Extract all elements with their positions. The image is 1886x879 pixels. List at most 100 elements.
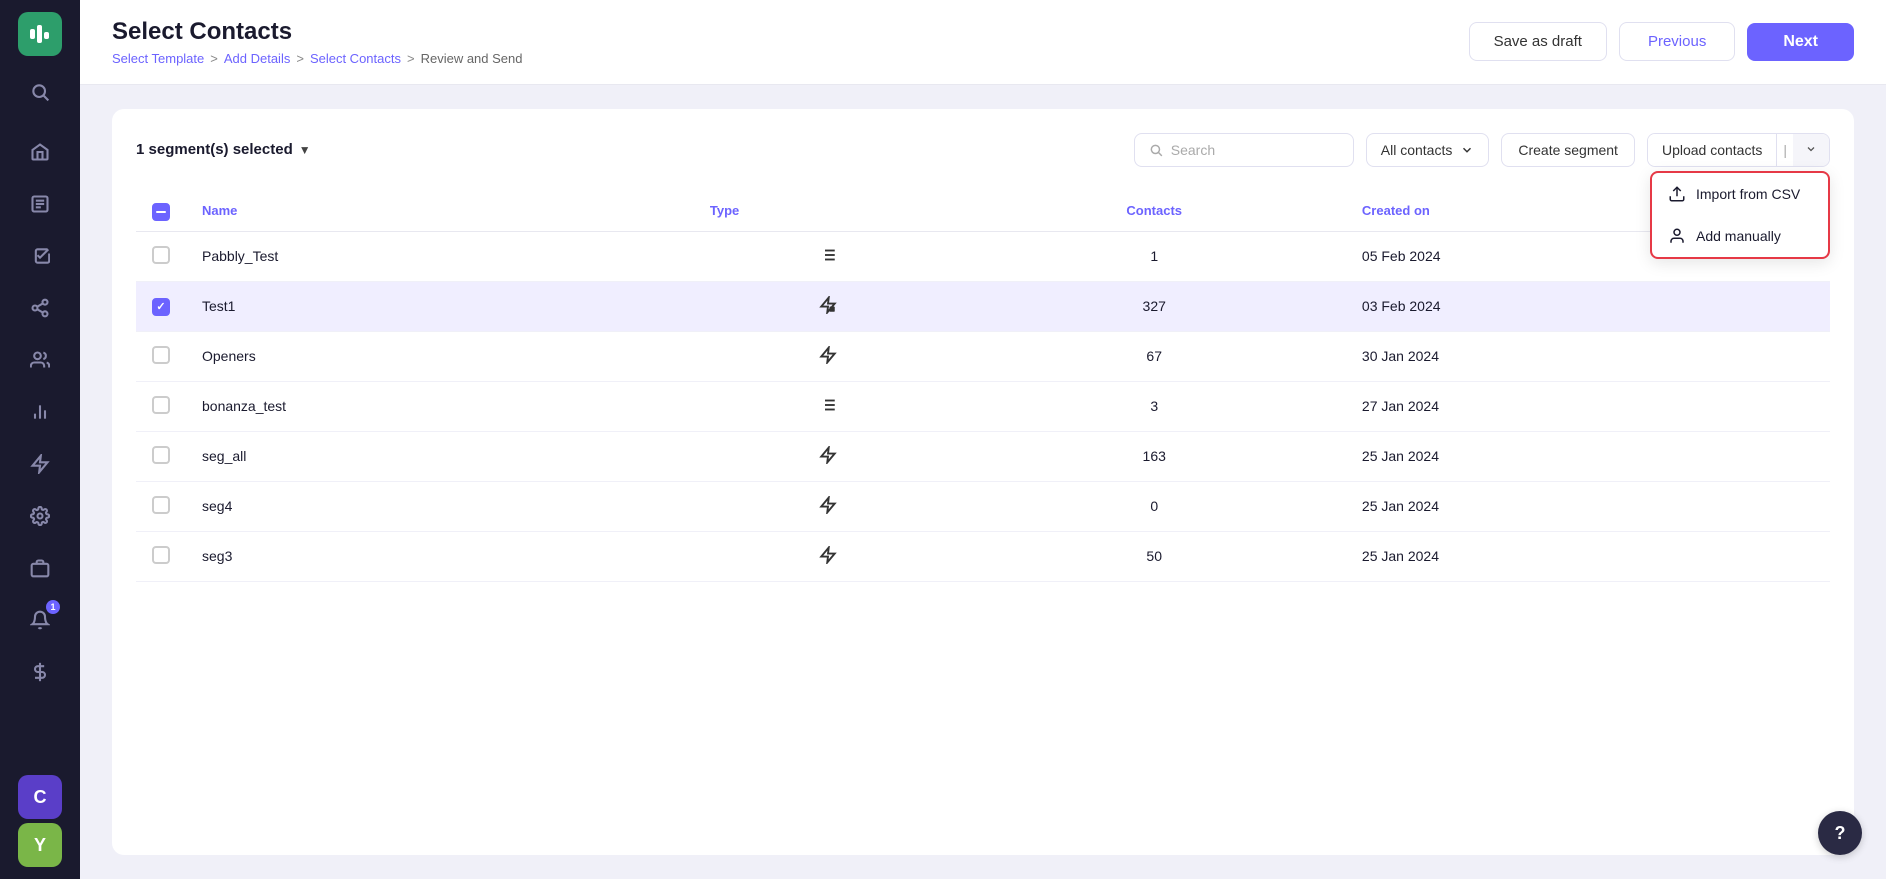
sidebar-item-store[interactable] [16,544,64,592]
add-manually-item[interactable]: Add manually [1652,215,1828,257]
breadcrumb-sep-3: > [407,51,415,66]
sidebar-item-search[interactable] [16,68,64,116]
row-checkbox[interactable] [152,546,170,564]
row-checkbox[interactable] [152,346,170,364]
upload-contacts-caret-icon[interactable] [1793,134,1829,166]
previous-button[interactable]: Previous [1619,22,1735,61]
sidebar-item-notifications[interactable]: 1 [16,596,64,644]
breadcrumb: Select Template > Add Details > Select C… [112,51,522,66]
upload-contacts-main-label[interactable]: Upload contacts [1648,134,1777,166]
logo[interactable] [18,12,62,56]
row-type [694,481,963,531]
row-contacts: 50 [963,531,1346,581]
white-panel: 1 segment(s) selected ▼ All contacts [112,109,1854,855]
row-type [694,431,963,481]
table-row[interactable]: Pabbly_Test 1 05 Feb 2024 [136,231,1830,281]
import-csv-label: Import from CSV [1696,186,1800,202]
row-type [694,231,963,281]
breadcrumb-review-send: Review and Send [421,51,523,66]
segments-selected-text: 1 segment(s) selected [136,141,293,158]
breadcrumb-sep-1: > [210,51,218,66]
row-created-on: 30 Jan 2024 [1346,331,1830,381]
row-contacts: 1 [963,231,1346,281]
select-all-checkbox[interactable] [152,203,170,221]
search-input[interactable] [1171,142,1321,158]
row-name: seg3 [186,531,694,581]
row-contacts: 3 [963,381,1346,431]
row-type [694,381,963,431]
avatar-c[interactable]: C [18,775,62,819]
next-button[interactable]: Next [1747,23,1854,61]
segments-caret-icon: ▼ [299,143,311,157]
table-row[interactable]: seg_all 163 25 Jan 2024 [136,431,1830,481]
row-checkbox[interactable] [152,298,170,316]
sidebar-item-campaigns[interactable] [16,232,64,280]
help-button[interactable]: ? [1818,811,1862,855]
main-area: Select Contacts Select Template > Add De… [80,0,1886,879]
table-row[interactable]: seg4 0 25 Jan 2024 [136,481,1830,531]
row-type [694,331,963,381]
upload-dropdown: Import from CSV Add manually [1650,171,1830,259]
table-row[interactable]: bonanza_test 3 27 Jan 2024 [136,381,1830,431]
save-draft-button[interactable]: Save as draft [1469,22,1607,61]
contacts-table: Name Type Contacts Created on Pabbly_Tes… [136,191,1830,582]
row-contacts: 327 [963,281,1346,331]
upload-contacts-wrap: Upload contacts | [1647,133,1830,167]
sidebar-item-home[interactable] [16,128,64,176]
import-csv-item[interactable]: Import from CSV [1652,173,1828,215]
sidebar-item-settings[interactable] [16,492,64,540]
sidebar-item-lists[interactable] [16,180,64,228]
upload-contacts-button[interactable]: Upload contacts | [1647,133,1830,167]
row-created-on: 27 Jan 2024 [1346,381,1830,431]
breadcrumb-sep-2: > [296,51,304,66]
sidebar-item-analytics[interactable] [16,388,64,436]
row-type [694,281,963,331]
sidebar-bottom: C Y [18,775,62,867]
page-header: Select Contacts Select Template > Add De… [80,0,1886,85]
chevron-down-icon [1460,143,1474,157]
row-created-on: 25 Jan 2024 [1346,481,1830,531]
sidebar: 1 C Y [0,0,80,879]
row-contacts: 67 [963,331,1346,381]
row-checkbox[interactable] [152,246,170,264]
row-name: Test1 [186,281,694,331]
sidebar-item-automations[interactable] [16,440,64,488]
row-checkbox[interactable] [152,446,170,464]
create-segment-button[interactable]: Create segment [1501,133,1635,167]
avatar-y[interactable]: Y [18,823,62,867]
col-type: Type [694,191,963,232]
sidebar-item-billing[interactable] [16,648,64,696]
row-contacts: 0 [963,481,1346,531]
toolbar: 1 segment(s) selected ▼ All contacts [136,133,1830,167]
search-box[interactable] [1134,133,1354,167]
row-name: seg_all [186,431,694,481]
table-row[interactable]: Openers 67 30 Jan 2024 [136,331,1830,381]
row-name: seg4 [186,481,694,531]
page-title: Select Contacts [112,18,522,47]
sidebar-item-share[interactable] [16,284,64,332]
row-name: Pabbly_Test [186,231,694,281]
sidebar-item-contacts[interactable] [16,336,64,384]
row-created-on: 25 Jan 2024 [1346,431,1830,481]
search-icon [1149,143,1163,157]
segments-selected[interactable]: 1 segment(s) selected ▼ [136,141,311,158]
row-checkbox[interactable] [152,496,170,514]
row-name: Openers [186,331,694,381]
row-contacts: 163 [963,431,1346,481]
add-manually-label: Add manually [1696,228,1781,244]
breadcrumb-add-details[interactable]: Add Details [224,51,290,66]
breadcrumb-select-contacts[interactable]: Select Contacts [310,51,401,66]
row-checkbox[interactable] [152,396,170,414]
col-contacts: Contacts [963,191,1346,232]
breadcrumb-select-template[interactable]: Select Template [112,51,204,66]
row-created-on: 25 Jan 2024 [1346,531,1830,581]
table-row[interactable]: Test1 327 03 Feb 2024 [136,281,1830,331]
table-row[interactable]: seg3 50 25 Jan 2024 [136,531,1830,581]
header-left: Select Contacts Select Template > Add De… [112,18,522,66]
upload-csv-icon [1668,185,1686,203]
all-contacts-dropdown[interactable]: All contacts [1366,133,1490,167]
header-actions: Save as draft Previous Next [1469,22,1854,61]
row-name: bonanza_test [186,381,694,431]
col-name: Name [186,191,694,232]
person-add-icon [1668,227,1686,245]
